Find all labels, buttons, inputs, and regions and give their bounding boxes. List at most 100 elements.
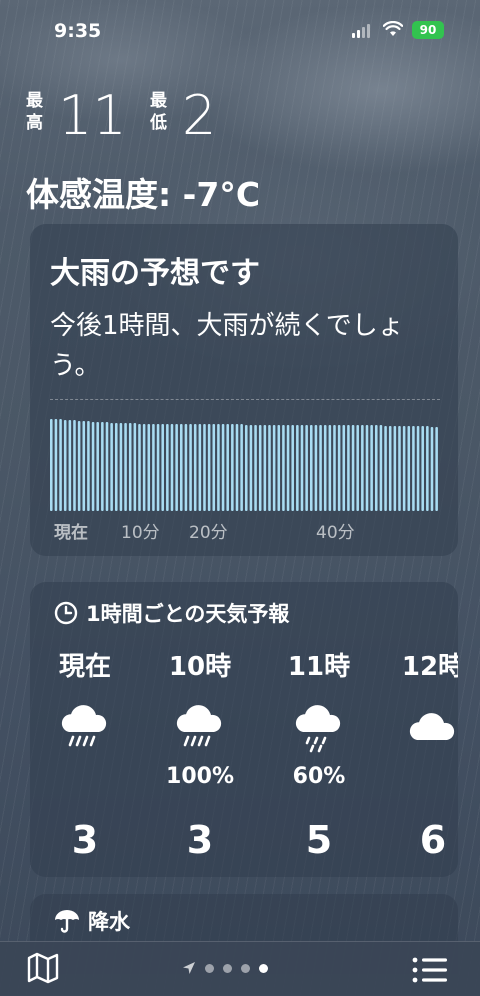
precipitation-bar bbox=[277, 425, 281, 511]
precipitation-bar bbox=[133, 423, 137, 511]
precipitation-bar bbox=[105, 422, 109, 511]
wifi-icon bbox=[383, 21, 403, 36]
precipitation-bar bbox=[328, 425, 332, 511]
precipitation-bar bbox=[240, 424, 243, 511]
umbrella-icon bbox=[55, 910, 79, 933]
precipitation-bar bbox=[73, 420, 76, 511]
precipitation-bar bbox=[286, 425, 290, 511]
precipitation-bar bbox=[365, 425, 369, 511]
precipitation-bar bbox=[203, 424, 206, 511]
precipitation-bar bbox=[370, 425, 373, 511]
battery-level: 90 bbox=[419, 23, 437, 37]
hour-temperature: 3 bbox=[186, 818, 214, 862]
precipitation-bar bbox=[119, 423, 123, 511]
hour-temperature: 3 bbox=[71, 818, 99, 862]
hour-label: 10時 bbox=[168, 652, 232, 682]
hourly-scroller[interactable]: 現在 3 10時 100% 3 11時 60% 5 12時 6 bbox=[30, 646, 458, 866]
hour-item: 現在 3 bbox=[30, 646, 140, 862]
precipitation-bar bbox=[96, 422, 99, 511]
precipitation-bar bbox=[50, 419, 53, 511]
precipitation-title: 降水 bbox=[88, 910, 130, 934]
map-icon[interactable] bbox=[26, 952, 60, 984]
precipitation-bar bbox=[193, 424, 197, 511]
location-arrow-icon bbox=[183, 962, 195, 974]
rain-alert-title: 大雨の予想です bbox=[50, 256, 260, 291]
precipitation-bar bbox=[175, 424, 178, 511]
precipitation-bar bbox=[198, 424, 202, 511]
precipitation-bar bbox=[152, 424, 155, 511]
precipitation-bar bbox=[310, 425, 313, 511]
low-label: 最低 bbox=[150, 91, 167, 133]
precipitation-bar bbox=[170, 424, 174, 511]
precipitation-bar bbox=[291, 425, 294, 511]
precipitation-bar bbox=[282, 425, 285, 511]
precipitation-bar bbox=[375, 425, 378, 511]
hour-temperature: 5 bbox=[305, 818, 333, 862]
hourly-forecast-title: 1時間ごとの天気予報 bbox=[86, 602, 290, 626]
precipitation-bar bbox=[388, 426, 392, 511]
precipitation-bar bbox=[347, 425, 350, 511]
hourly-forecast-card: 1時間ごとの天気予報 現在 3 10時 100% 3 11時 60% 5 12時… bbox=[30, 582, 458, 877]
precipitation-bar bbox=[189, 424, 192, 511]
hour-precip-chance bbox=[378, 764, 458, 792]
precipitation-bar bbox=[384, 426, 387, 511]
precipitation-bar bbox=[207, 424, 211, 511]
precipitation-bar bbox=[87, 421, 90, 511]
feels-like-temperature: 体感温度: -7°C bbox=[26, 175, 261, 214]
battery-indicator: 90 bbox=[412, 21, 444, 39]
city-list-icon[interactable] bbox=[412, 956, 448, 984]
precipitation-bar bbox=[300, 425, 304, 511]
bottom-toolbar bbox=[0, 941, 480, 996]
precipitation-bar bbox=[393, 426, 397, 511]
precipitation-bar bbox=[435, 427, 438, 511]
precipitation-bar bbox=[356, 425, 359, 511]
cloud-icon bbox=[378, 700, 458, 760]
precipitation-bar bbox=[245, 425, 248, 511]
precipitation-bar bbox=[337, 425, 341, 511]
precipitation-bar bbox=[142, 424, 146, 511]
hour-precip-chance bbox=[30, 764, 140, 792]
page-indicator[interactable] bbox=[182, 961, 268, 975]
precipitation-header: 降水 bbox=[54, 906, 130, 936]
precipitation-bar bbox=[91, 422, 95, 511]
precipitation-bar bbox=[361, 425, 364, 511]
precipitation-bar bbox=[231, 424, 234, 511]
hour-precip-chance: 100% bbox=[166, 764, 234, 789]
page-dot bbox=[205, 963, 214, 973]
precipitation-bar bbox=[101, 422, 104, 511]
precipitation-bar bbox=[235, 424, 239, 511]
precipitation-bar bbox=[217, 424, 220, 511]
precipitation-bar bbox=[115, 423, 118, 511]
precipitation-bar bbox=[249, 425, 253, 511]
rain-cloud-icon bbox=[264, 700, 374, 760]
precipitation-bar bbox=[268, 425, 271, 511]
hour-item: 10時 100% 3 bbox=[145, 646, 255, 862]
hour-item: 12時 6 bbox=[378, 646, 458, 862]
precipitation-bar bbox=[68, 420, 72, 511]
precipitation-bar bbox=[430, 427, 434, 511]
precipitation-bar bbox=[323, 425, 327, 511]
precipitation-bar bbox=[305, 425, 308, 511]
heavy-rain-cloud-icon bbox=[30, 700, 140, 760]
precipitation-bar bbox=[128, 423, 132, 511]
status-time: 9:35 bbox=[54, 20, 102, 42]
precipitation-bar bbox=[412, 426, 415, 511]
precipitation-bar bbox=[263, 425, 267, 511]
hour-label: 現在 bbox=[58, 652, 111, 682]
high-label: 最高 bbox=[26, 91, 43, 133]
rain-forecast-card[interactable]: 大雨の予想です 今後1時間、大雨が続くでしょう。 現在 10分 20分 40分 bbox=[30, 224, 458, 556]
timeline-label-20: 20分 bbox=[189, 523, 228, 543]
precipitation-bar bbox=[63, 420, 67, 511]
precipitation-bar bbox=[156, 424, 160, 511]
hour-label: 11時 bbox=[287, 652, 351, 682]
hourly-forecast-header: 1時間ごとの天気予報 bbox=[54, 598, 289, 628]
precipitation-bar bbox=[379, 425, 383, 511]
precipitation-bar bbox=[124, 423, 127, 511]
precipitation-bar bbox=[77, 421, 81, 511]
hour-precip-chance: 60% bbox=[292, 764, 346, 789]
timeline-label-10: 10分 bbox=[121, 523, 160, 543]
precipitation-bar bbox=[416, 426, 420, 511]
page-dot bbox=[223, 963, 232, 973]
precipitation-bar bbox=[333, 425, 336, 511]
cellular-signal-icon bbox=[352, 24, 370, 38]
